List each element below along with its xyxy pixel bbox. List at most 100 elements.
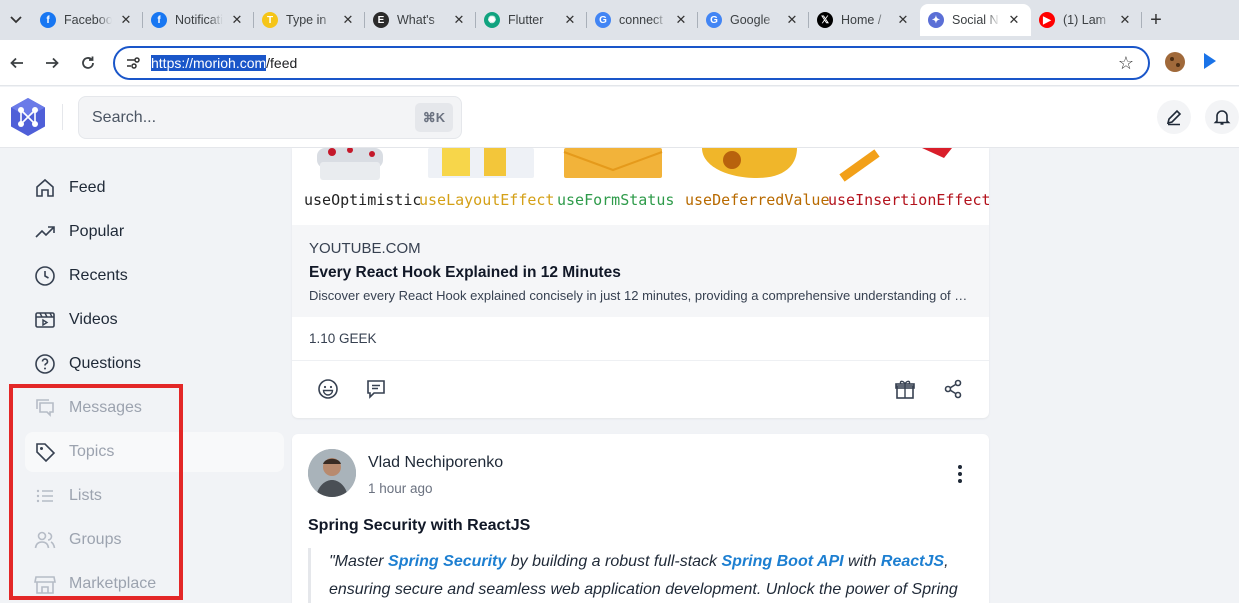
avatar[interactable] [308,449,356,497]
sidebar-item-videos[interactable]: Videos [25,300,284,340]
morioh-logo-icon[interactable] [9,97,47,137]
post-excerpt: "Master Spring Security by building a ro… [308,548,974,603]
link-spring-boot-api[interactable]: Spring Boot API [722,553,844,570]
more-options-icon[interactable] [950,462,970,486]
thumbnail-illustration [317,148,952,182]
post-timestamp[interactable]: 1 hour ago [368,481,433,496]
new-tab-button[interactable]: + [1145,9,1167,31]
close-tab-icon[interactable]: ✕ [674,13,688,27]
browser-tab[interactable]: 𝕏 Home / ✕ [809,4,920,36]
link-title[interactable]: Every React Hook Explained in 12 Minutes [309,264,621,282]
link-preview[interactable]: YOUTUBE.COM Every React Hook Explained i… [292,225,989,317]
header-divider [62,104,63,130]
address-bar[interactable]: https://morioh.com/feed ☆ [113,46,1150,80]
reload-button[interactable] [77,52,99,74]
link-domain: YOUTUBE.COM [309,240,421,257]
question-icon [34,353,56,375]
bookmark-star-icon[interactable]: ☆ [1118,53,1134,74]
browser-tab-title: (1) Lam [1063,13,1107,27]
search-placeholder: Search... [92,109,157,126]
play-extension-icon[interactable] [1204,53,1216,69]
gift-icon [895,380,915,399]
trending-icon [34,221,56,243]
browser-tab-title: What's [397,13,435,27]
search-input[interactable]: Search... ⌘K [78,96,462,139]
author-name[interactable]: Vlad Nechiporenko [368,454,503,472]
close-tab-icon[interactable]: ✕ [1118,13,1132,27]
facebook-icon: f [151,12,167,28]
close-tab-icon[interactable]: ✕ [341,13,355,27]
feed-post-card: Vlad Nechiporenko 1 hour ago Spring Secu… [292,434,989,603]
tab-search-dropdown-icon[interactable] [6,11,26,29]
browser-tab-title: Flutter [508,13,544,27]
hook-label: useLayoutEffect [419,191,555,209]
browser-tab-title: Facebook [64,13,112,27]
gift-button[interactable] [893,377,917,401]
share-icon [944,379,962,399]
cookie-extension-icon[interactable] [1165,52,1185,72]
browser-tab[interactable]: ✦ Social N ✕ [920,4,1031,36]
close-tab-icon[interactable]: ✕ [230,13,244,27]
ek-icon: E [373,12,389,28]
home-icon [34,177,56,199]
video-thumbnail[interactable]: useOptimistic useLayoutEffect useFormStatu… [292,148,989,225]
url-path: /feed [266,55,298,71]
post-title[interactable]: Spring Security with ReactJS [308,517,530,535]
close-tab-icon[interactable]: ✕ [1007,13,1021,27]
arrow-right-icon [46,57,59,69]
feed-post-card: useOptimistic useLayoutEffect useFormStatu… [292,148,989,418]
hook-label: useInsertionEffect [828,191,989,209]
chatgpt-icon: ✺ [484,12,500,28]
search-shortcut-badge: ⌘K [415,103,453,132]
sidebar-item-popular[interactable]: Popular [25,212,284,252]
browser-tab[interactable]: ▶ (1) Lam ✕ [1031,4,1142,36]
browser-tab-title: connect [619,13,663,27]
card-divider [292,360,989,361]
google-icon: G [595,12,611,28]
browser-tab[interactable]: T Type in ✕ [254,4,365,36]
sidebar-item-label: Questions [69,355,142,372]
browser-tab-title: Google [730,13,771,27]
emoji-icon [318,379,338,399]
sidebar-item-label: Recents [69,267,128,284]
browser-tab[interactable]: f Notifications ✕ [143,4,254,36]
excerpt-text: with [843,553,881,570]
close-tab-icon[interactable]: ✕ [119,13,133,27]
sidebar-item-recents[interactable]: Recents [25,256,284,296]
url-text: https://morioh.com/feed [151,55,297,71]
site-settings-icon[interactable] [125,55,141,71]
sidebar-item-label: Popular [69,223,125,240]
youtube-icon: ▶ [1039,12,1055,28]
excerpt-text: "Master [329,553,389,570]
browser-tab[interactable]: f Facebook ✕ [32,4,143,36]
browser-tab[interactable]: ✺ Flutter ✕ [476,4,587,36]
link-spring-security[interactable]: Spring Security [388,553,506,570]
sidebar-item-questions[interactable]: Questions [25,344,284,384]
compose-button[interactable] [1157,100,1191,134]
comment-button[interactable] [364,377,388,401]
share-button[interactable] [941,377,965,401]
clock-icon [34,265,56,287]
back-button[interactable] [6,52,28,74]
browser-tabs: f Facebook ✕ f Notifications ✕ T Type in ✕ E What'… [32,4,1142,36]
notifications-button[interactable] [1205,100,1239,134]
browser-tab[interactable]: E What's ✕ [365,4,476,36]
link-reactjs[interactable]: ReactJS [881,553,944,570]
browser-tab[interactable]: Gconnect ✕ [587,4,698,36]
sidebar-item-label: Feed [69,179,106,196]
morioh-icon: ✦ [928,12,944,28]
browser-toolbar: https://morioh.com/feed ☆ [0,40,1239,86]
browser-tab[interactable]: G Google ✕ [698,4,809,36]
sidebar-item-feed[interactable]: Feed [25,168,284,208]
browser-tab-title: Home / [841,13,882,27]
film-icon [34,309,56,331]
close-tab-icon[interactable]: ✕ [563,13,577,27]
close-tab-icon[interactable]: ✕ [896,13,910,27]
close-tab-icon[interactable]: ✕ [452,13,466,27]
author-photo [308,449,356,497]
react-button[interactable] [316,377,340,401]
pencil-icon [1166,109,1182,126]
close-tab-icon[interactable]: ✕ [785,13,799,27]
forward-button[interactable] [41,52,63,74]
post-tag[interactable]: 1.10 GEEK [309,331,377,346]
